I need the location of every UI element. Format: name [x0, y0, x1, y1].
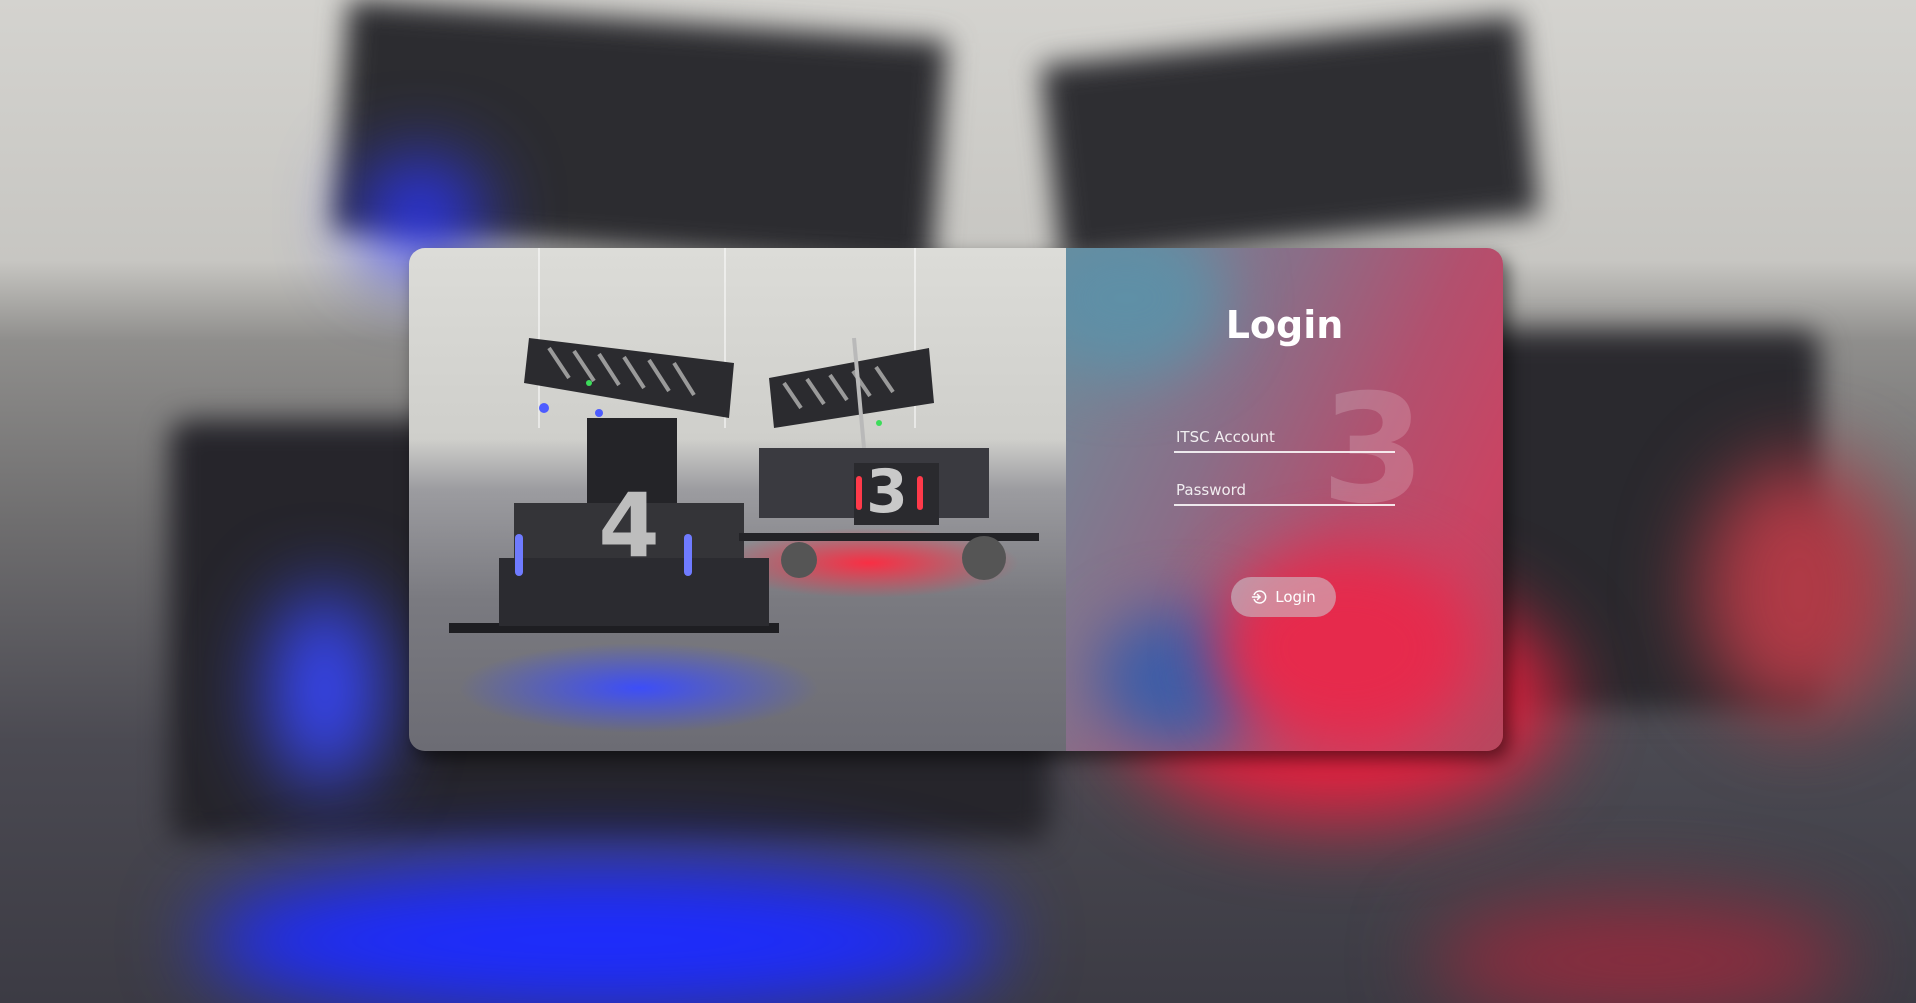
robots-photo: 4 3: [409, 248, 1066, 751]
password-field: [1174, 476, 1399, 506]
login-icon: [1251, 589, 1267, 605]
page-title: Login: [1225, 303, 1344, 347]
login-button[interactable]: Login: [1231, 577, 1336, 617]
login-form-panel: 3 Login Login: [1066, 248, 1503, 751]
account-input[interactable]: [1174, 423, 1399, 451]
login-card: 4 3 3 Login ITSC Account Login: [409, 248, 1503, 751]
robot-number-3: 3: [866, 457, 908, 527]
password-input[interactable]: [1174, 476, 1399, 504]
robot-number-4: 4: [598, 474, 659, 577]
robots-illustration: 4 3: [449, 337, 1039, 733]
robot-4: 4: [449, 338, 779, 633]
login-button-label: Login: [1275, 588, 1316, 606]
account-field: [1174, 423, 1399, 453]
